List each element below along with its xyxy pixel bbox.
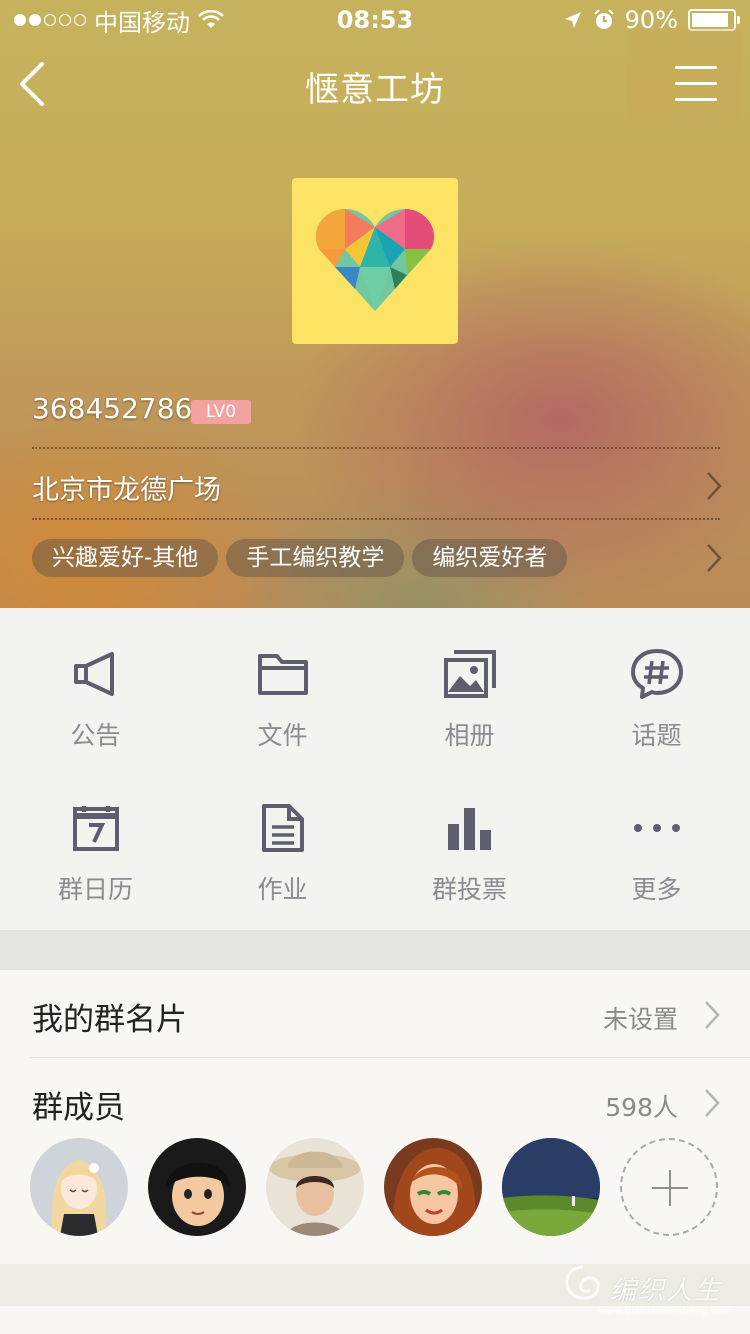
- menu-icon: [675, 66, 717, 69]
- function-grid: 公告 文件 相册 话题 群日历 作业 群投票 更多: [0, 608, 750, 930]
- menu-button[interactable]: [627, 28, 742, 124]
- hashtag-chat-icon: [630, 649, 683, 699]
- watermark-text: 编织人生: [610, 1276, 723, 1306]
- calendar-icon: [72, 806, 119, 851]
- row-value: 未设置: [602, 1005, 678, 1034]
- album-button[interactable]: 相册: [376, 608, 563, 768]
- group-avatar[interactable]: [292, 178, 458, 344]
- topics-button[interactable]: 话题: [563, 608, 750, 768]
- heart-logo-icon: [315, 209, 435, 311]
- avatar-image: [502, 1138, 600, 1236]
- avatar[interactable]: [266, 1138, 364, 1236]
- divider: [32, 518, 720, 520]
- watermark-logo-icon: [565, 1265, 600, 1300]
- avatar[interactable]: [148, 1138, 246, 1236]
- alarm-icon: [593, 9, 614, 29]
- tag-chip[interactable]: 编织爱好者: [412, 539, 568, 577]
- group-header: 中国移动 08:53 90% 惬意工坊 368452786 LV0 北京市龙德广…: [0, 0, 750, 608]
- function-label: 更多: [631, 875, 682, 904]
- bar-chart-icon: [447, 808, 491, 850]
- add-member-button[interactable]: [620, 1138, 718, 1236]
- level-badge: LV0: [191, 400, 251, 424]
- chevron-right-icon[interactable]: [706, 543, 722, 573]
- section-gap: [0, 930, 750, 970]
- announcement-button[interactable]: 公告: [2, 608, 189, 768]
- function-label: 公告: [70, 721, 121, 750]
- avatar-image: [266, 1138, 364, 1236]
- avatar[interactable]: [30, 1138, 128, 1236]
- function-label: 群投票: [431, 875, 507, 904]
- megaphone-icon: [73, 652, 114, 696]
- avatar-image: [384, 1138, 482, 1236]
- document-icon: [261, 804, 304, 852]
- homework-button[interactable]: 作业: [189, 768, 376, 928]
- folder-icon: [257, 654, 308, 695]
- group-card-row[interactable]: 我的群名片 未设置: [0, 970, 750, 1058]
- avatar[interactable]: [502, 1138, 600, 1236]
- tag-chip[interactable]: 兴趣爱好-其他: [32, 539, 219, 577]
- avatar-image: [30, 1138, 128, 1236]
- watermark: 编织人生 www.bianzhirensheng.com: [558, 1262, 738, 1322]
- more-button[interactable]: 更多: [563, 768, 750, 928]
- function-label: 作业: [257, 875, 308, 904]
- avatar-image: [148, 1138, 246, 1236]
- files-button[interactable]: 文件: [189, 608, 376, 768]
- group-location[interactable]: 北京市龙德广场: [32, 468, 221, 507]
- watermark-url: www.bianzhirensheng.com: [598, 1306, 733, 1317]
- group-number: 368452786: [32, 392, 193, 425]
- function-label: 话题: [631, 721, 682, 750]
- function-label: 文件: [257, 721, 308, 750]
- members-row[interactable]: 群成员 598人: [0, 1058, 750, 1146]
- row-title: 群成员: [32, 1090, 125, 1126]
- avatar[interactable]: [384, 1138, 482, 1236]
- tag-chip[interactable]: 手工编织教学: [226, 539, 405, 577]
- row-title: 我的群名片: [32, 1002, 187, 1038]
- chevron-right-icon: [705, 1089, 720, 1117]
- tag-list: 兴趣爱好-其他 手工编织教学 编织爱好者: [32, 539, 568, 577]
- function-label: 相册: [444, 721, 495, 750]
- photo-album-icon: [443, 650, 496, 698]
- more-icon: [633, 824, 680, 832]
- member-avatar-list: [30, 1138, 718, 1236]
- chevron-right-icon: [705, 1001, 720, 1029]
- row-value: 598人: [605, 1093, 678, 1122]
- vote-button[interactable]: 群投票: [376, 768, 563, 928]
- location-arrow-icon: [564, 12, 581, 28]
- divider: [32, 447, 720, 449]
- chevron-right-icon[interactable]: [706, 471, 722, 501]
- calendar-button[interactable]: 群日历: [2, 768, 189, 928]
- function-label: 群日历: [57, 875, 133, 904]
